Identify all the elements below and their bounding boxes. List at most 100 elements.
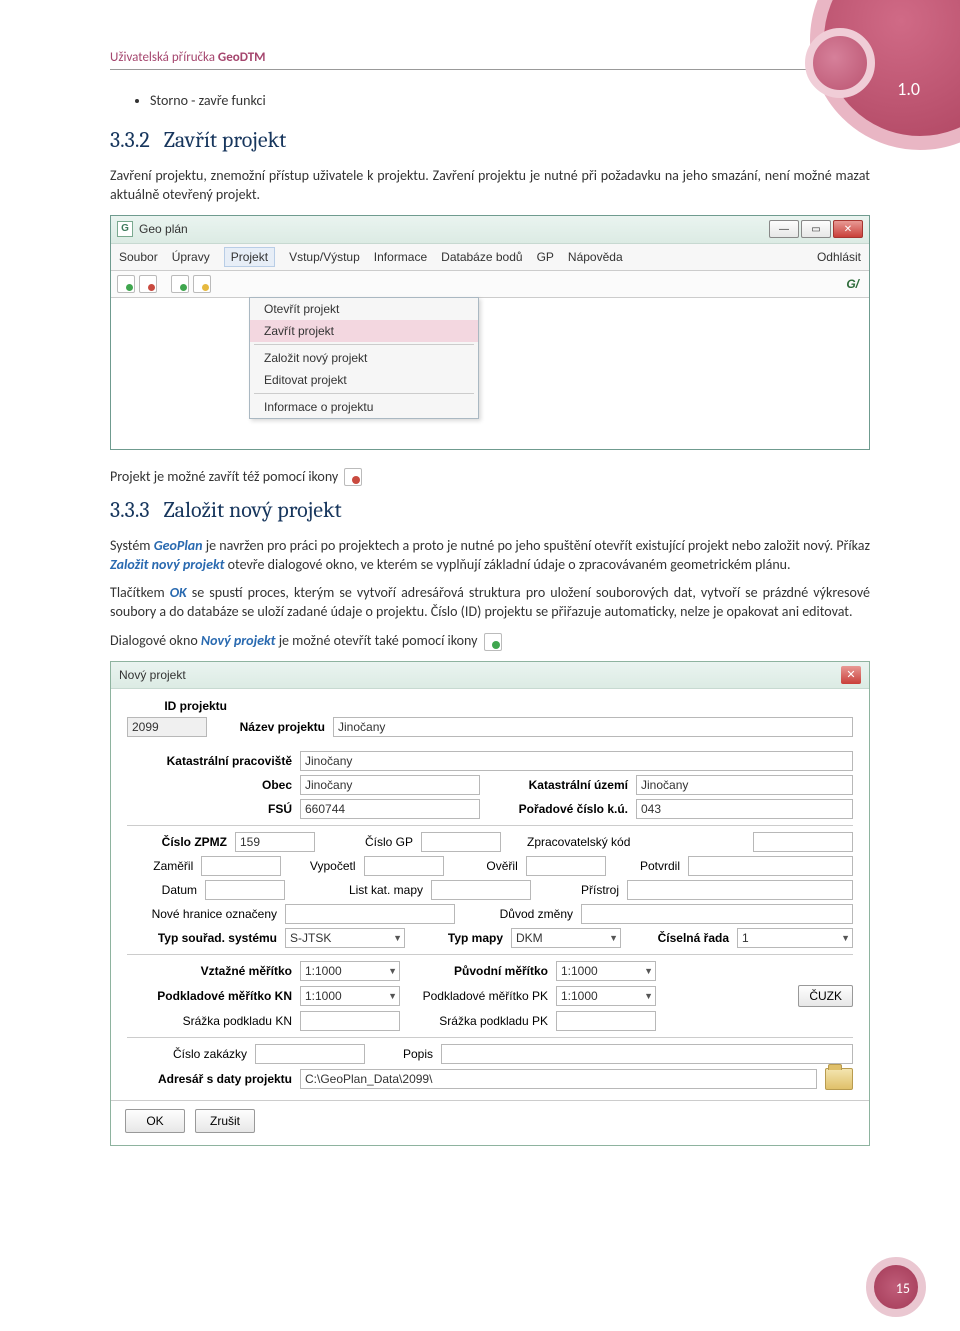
close-project-icon — [344, 468, 362, 486]
select-podkn[interactable]: 1:1000▼ — [300, 986, 400, 1006]
dropdown-open-project[interactable]: Otevřít projekt — [250, 298, 478, 320]
paragraph: Tlačítkem OK se spustí proces, kterým se… — [110, 584, 870, 622]
minimize-button[interactable]: — — [769, 220, 799, 238]
input-nazev[interactable] — [333, 717, 853, 737]
input-duvod[interactable] — [581, 904, 853, 924]
chevron-down-icon: ▼ — [644, 991, 653, 1001]
section-heading-332: 3.3.2Zavřít projekt — [110, 127, 870, 153]
input-id — [127, 717, 207, 737]
dropdown-edit-project[interactable]: Editovat projekt — [250, 369, 478, 391]
version-badge: 1.0 — [897, 78, 920, 100]
bullet-list: Storno - zavře funkci — [150, 92, 870, 109]
input-adresar[interactable] — [300, 1069, 817, 1089]
cancel-button[interactable]: Zrušit — [195, 1109, 255, 1133]
dropdown-close-project[interactable]: Zavřít projekt — [250, 320, 478, 342]
toolbar-open-icon[interactable] — [117, 275, 135, 293]
window-buttons: — ▭ ✕ — [769, 220, 863, 238]
label-gp: Číslo GP — [323, 835, 413, 849]
text: Projekt je možné zavřít též pomocí ikony — [110, 468, 338, 485]
chevron-down-icon: ▼ — [388, 966, 397, 976]
input-listmap[interactable] — [431, 880, 531, 900]
menu-soubor[interactable]: Soubor — [119, 250, 158, 264]
app-icon: G — [117, 221, 133, 237]
input-srazpk[interactable] — [556, 1011, 656, 1031]
input-hranice[interactable] — [285, 904, 455, 924]
input-potvrdil[interactable] — [688, 856, 853, 876]
input-zpmz[interactable] — [235, 832, 315, 852]
label-duvod: Důvod změny — [463, 907, 573, 921]
dropdown-new-project[interactable]: Založit nový projekt — [250, 347, 478, 369]
label-zakazka: Číslo zakázky — [127, 1047, 247, 1061]
close-button[interactable]: ✕ — [833, 220, 863, 238]
input-zameril[interactable] — [201, 856, 281, 876]
paragraph: Dialogové okno Nový projekt je možné ote… — [110, 632, 870, 651]
toolbar-close-icon[interactable] — [139, 275, 157, 293]
select-typmapy[interactable]: DKM▼ — [511, 928, 621, 948]
input-pristroj[interactable] — [627, 880, 853, 900]
maximize-button[interactable]: ▭ — [801, 220, 831, 238]
window-titlebar: G Geo plán — ▭ ✕ — [111, 216, 869, 244]
input-ku[interactable] — [636, 775, 853, 795]
menu-gp[interactable]: GP — [537, 250, 554, 264]
menu-projekt[interactable]: Projekt — [224, 247, 275, 267]
label-id: ID projektu — [127, 699, 227, 713]
menubar: Soubor Úpravy Projekt Vstup/Výstup Infor… — [111, 244, 869, 271]
label-listmap: List kat. mapy — [293, 883, 423, 897]
cuzk-button[interactable]: ČUZK — [798, 985, 853, 1007]
page-footer-decoration: 15 — [870, 1261, 920, 1311]
doc-header-prefix: Uživatelská příručka — [110, 50, 218, 65]
input-gp[interactable] — [421, 832, 501, 852]
screenshot-app-window: G Geo plán — ▭ ✕ Soubor Úpravy Projekt V… — [110, 215, 870, 450]
section-number: 3.3.3 — [110, 497, 150, 523]
paragraph: Systém GeoPlan je navržen pro práci po p… — [110, 537, 870, 575]
menu-databaze[interactable]: Databáze bodů — [441, 250, 522, 264]
ok-button[interactable]: OK — [125, 1109, 185, 1133]
doc-header: Uživatelská příručka GeoDTM — [110, 50, 870, 70]
select-vztmer[interactable]: 1:1000▼ — [300, 961, 400, 981]
input-porc[interactable] — [636, 799, 853, 819]
folder-browse-icon[interactable] — [825, 1068, 853, 1090]
input-fsu[interactable] — [300, 799, 480, 819]
toolbar-new-icon[interactable] — [171, 275, 189, 293]
select-typsour[interactable]: S-JTSK▼ — [285, 928, 405, 948]
menu-napoveda[interactable]: Nápověda — [568, 250, 623, 264]
menu-informace[interactable]: Informace — [374, 250, 427, 264]
toolbar-edit-icon[interactable] — [193, 275, 211, 293]
label-nazev: Název projektu — [215, 720, 325, 734]
bullet-item: Storno - zavře funkci — [150, 92, 870, 109]
section-heading-333: 3.3.3Založit nový projekt — [110, 497, 870, 523]
keyword-novy-projekt: Nový projekt — [201, 632, 276, 649]
label-overil: Ověřil — [452, 859, 518, 873]
label-pristroj: Přístroj — [539, 883, 619, 897]
menu-upravy[interactable]: Úpravy — [172, 250, 210, 264]
input-overil[interactable] — [526, 856, 606, 876]
chevron-down-icon: ▼ — [841, 933, 850, 943]
page-number: 15 — [896, 1280, 910, 1297]
doc-header-product: GeoDTM — [218, 50, 266, 65]
label-podkn: Podkladové měřítko KN — [127, 989, 292, 1003]
input-obec[interactable] — [300, 775, 480, 795]
select-puvmer[interactable]: 1:1000▼ — [556, 961, 656, 981]
input-vypocetl[interactable] — [364, 856, 444, 876]
dropdown-project-info[interactable]: Informace o projektu — [250, 396, 478, 418]
input-zakazka[interactable] — [255, 1044, 365, 1064]
label-srazkn: Srážka podkladu KN — [127, 1014, 292, 1028]
label-typmapy: Typ mapy — [413, 931, 503, 945]
menu-vstup-vystup[interactable]: Vstup/Výstup — [289, 250, 360, 264]
input-srazkn[interactable] — [300, 1011, 400, 1031]
label-puvmer: Původní měřítko — [408, 964, 548, 978]
dialog-close-button[interactable]: ✕ — [841, 666, 861, 684]
section-title: Zavřít projekt — [164, 127, 287, 153]
input-zprkod[interactable] — [753, 832, 853, 852]
select-podpk[interactable]: 1:1000▼ — [556, 986, 656, 1006]
menu-odhlasit[interactable]: Odhlásit — [817, 250, 861, 264]
label-fsu: FSÚ — [127, 802, 292, 816]
input-datum[interactable] — [205, 880, 285, 900]
label-ku: Katastrální území — [488, 778, 628, 792]
input-popis[interactable] — [441, 1044, 853, 1064]
label-vypocetl: Vypočetl — [289, 859, 355, 873]
label-vztmer: Vztažné měřítko — [127, 964, 292, 978]
input-kp[interactable] — [300, 751, 853, 771]
label-srazpk: Srážka podkladu PK — [408, 1014, 548, 1028]
select-ciselna[interactable]: 1▼ — [737, 928, 853, 948]
